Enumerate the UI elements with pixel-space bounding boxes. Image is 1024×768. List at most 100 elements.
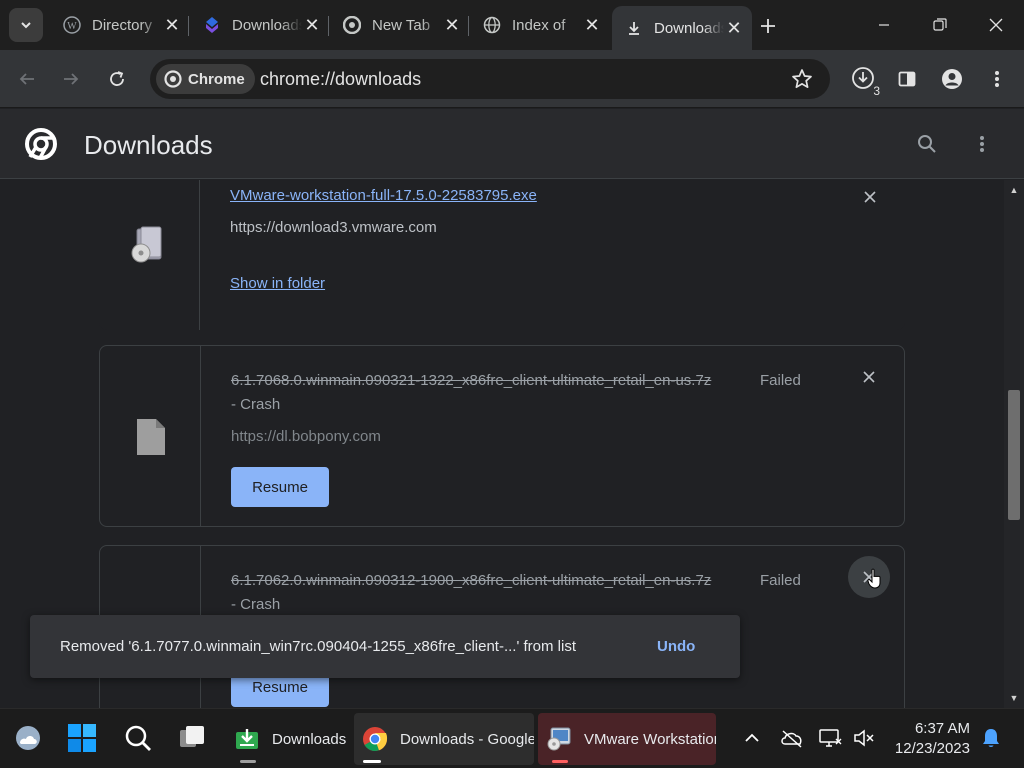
show-in-folder-link[interactable]: Show in folder: [230, 275, 325, 292]
tab-close-icon[interactable]: ✕: [162, 15, 182, 35]
taskbar-app-vmware[interactable]: VMware Workstation: [538, 713, 716, 765]
wordpress-icon: W: [62, 15, 82, 35]
tab-separator: [188, 16, 189, 36]
taskbar-app-label: Downloads - Google Chrome: [400, 730, 534, 748]
show-hidden-icons-button[interactable]: [736, 722, 768, 754]
kebab-menu-icon: [995, 71, 999, 87]
download-source-url[interactable]: https://dl.bobpony.com: [231, 428, 381, 445]
forward-button[interactable]: [54, 62, 88, 96]
taskbar-app-label: Downloads: [272, 730, 347, 748]
download-status: Failed: [760, 572, 801, 589]
minimize-button[interactable]: [856, 0, 912, 50]
removed-toast: Removed '6.1.7077.0.winmain_win7rc.09040…: [30, 615, 740, 678]
restore-button[interactable]: [912, 0, 968, 50]
tab-title: Downloads: [232, 16, 302, 34]
remove-download-button[interactable]: [854, 362, 884, 392]
tab-search-button[interactable]: [9, 8, 43, 42]
undo-button[interactable]: Undo: [657, 638, 695, 655]
site-info-chip[interactable]: Chrome: [156, 64, 255, 94]
download-source-url[interactable]: https://download3.vmware.com: [230, 219, 437, 236]
search-button[interactable]: [122, 722, 154, 754]
network-icon: [819, 729, 842, 747]
taskbar-app-file-explorer[interactable]: Downloads: [226, 713, 352, 765]
installer-icon: [131, 226, 162, 263]
chrome-icon: [164, 70, 182, 88]
file-icon: [137, 419, 165, 455]
network-tray-icon[interactable]: [814, 722, 846, 754]
side-panel-icon: [898, 71, 916, 87]
back-button[interactable]: [10, 62, 44, 96]
chrome-logo-icon: [25, 128, 57, 160]
tab-title: Index of: [512, 16, 566, 34]
reload-button[interactable]: [100, 62, 134, 96]
notifications-button[interactable]: [975, 722, 1007, 754]
side-panel-button[interactable]: [890, 62, 924, 96]
volume-tray-icon[interactable]: [848, 722, 880, 754]
tab-directory[interactable]: W Directory ✕: [50, 6, 190, 44]
tab-close-icon[interactable]: ✕: [302, 15, 322, 35]
downloads-menu-button[interactable]: [967, 129, 997, 159]
tab-close-icon[interactable]: ✕: [442, 15, 462, 35]
weather-widget[interactable]: [12, 722, 44, 754]
tab-strip: W Directory ✕ Downloads ✕ New Tab ✕ Inde…: [0, 0, 1024, 50]
task-view-button[interactable]: [176, 722, 208, 754]
search-icon: [125, 725, 151, 751]
volume-muted-icon: [854, 729, 874, 747]
running-indicator: [240, 760, 256, 763]
new-tab-button[interactable]: [754, 12, 782, 40]
scrollbar-thumb[interactable]: [1008, 390, 1020, 520]
download-count-badge: 3: [873, 84, 880, 98]
taskbar-app-label: VMware Workstation: [584, 730, 716, 748]
minimize-icon: [879, 24, 889, 26]
scroll-up-arrow-icon[interactable]: ▲: [1008, 184, 1020, 196]
chrome-menu-button[interactable]: [980, 62, 1014, 96]
bookmark-star-icon[interactable]: [790, 67, 814, 91]
close-icon: [989, 18, 1003, 32]
download-filename: 6.1.7068.0.winmain.090321-1322_x86fre_cl…: [231, 372, 712, 389]
close-icon: [864, 191, 876, 203]
omnibox[interactable]: Chrome chrome://downloads: [150, 59, 830, 99]
chevron-up-icon: [745, 733, 759, 742]
chrome-icon: [342, 15, 362, 35]
downloads-header: Downloads: [0, 109, 1024, 179]
close-icon: [863, 371, 875, 383]
puzzle-icon: [202, 15, 222, 35]
page-scrollbar[interactable]: ▲ ▼: [1004, 180, 1024, 708]
download-failure-reason: - Crash: [231, 596, 281, 613]
profile-button[interactable]: [935, 62, 969, 96]
taskbar-app-chrome[interactable]: Downloads - Google Chrome: [354, 713, 534, 765]
tab-separator: [328, 16, 329, 36]
download-filename: 6.1.7062.0.winmain.090312-1900_x86fre_cl…: [231, 572, 712, 589]
toast-message: Removed '6.1.7077.0.winmain_win7rc.09040…: [60, 638, 577, 655]
tab-downloads-extension[interactable]: Downloads ✕: [190, 6, 330, 44]
remove-download-button-hovered[interactable]: [848, 556, 890, 598]
download-filename-link[interactable]: VMware-workstation-full-17.5.0-22583795.…: [230, 187, 537, 204]
close-window-button[interactable]: [968, 0, 1024, 50]
hand-cursor-icon: [867, 568, 881, 589]
tab-downloads-active[interactable]: Downloads ✕: [612, 6, 752, 50]
download-status: Failed: [760, 372, 801, 389]
clock-time: 6:37 AM: [914, 720, 970, 737]
tab-close-icon[interactable]: ✕: [724, 18, 744, 38]
svg-text:W: W: [67, 21, 77, 32]
file-explorer-download-icon: [236, 729, 258, 749]
system-clock[interactable]: 6:37 AM 12/23/2023: [890, 719, 970, 759]
tab-close-icon[interactable]: ✕: [582, 15, 602, 35]
tab-new-tab[interactable]: New Tab ✕: [330, 6, 470, 44]
scroll-down-arrow-icon[interactable]: ▼: [1008, 692, 1020, 704]
tab-index-of[interactable]: Index of ✕: [470, 6, 610, 44]
kebab-menu-icon: [980, 136, 984, 152]
download-icon: [624, 18, 644, 38]
url-text[interactable]: chrome://downloads: [260, 69, 421, 90]
remove-download-button[interactable]: [855, 182, 885, 212]
search-downloads-button[interactable]: [912, 129, 942, 159]
onedrive-tray-icon[interactable]: [776, 722, 808, 754]
downloads-bubble-button[interactable]: 3: [846, 62, 882, 98]
active-indicator: [363, 760, 381, 763]
resume-button[interactable]: Resume: [231, 467, 329, 507]
start-button[interactable]: [66, 722, 98, 754]
tab-title: Downloads: [654, 19, 724, 37]
windows-taskbar: Downloads Downloads - Google Chrome VMwa…: [0, 708, 1024, 768]
bell-icon: [983, 729, 999, 747]
tab-title: New Tab: [372, 16, 431, 34]
